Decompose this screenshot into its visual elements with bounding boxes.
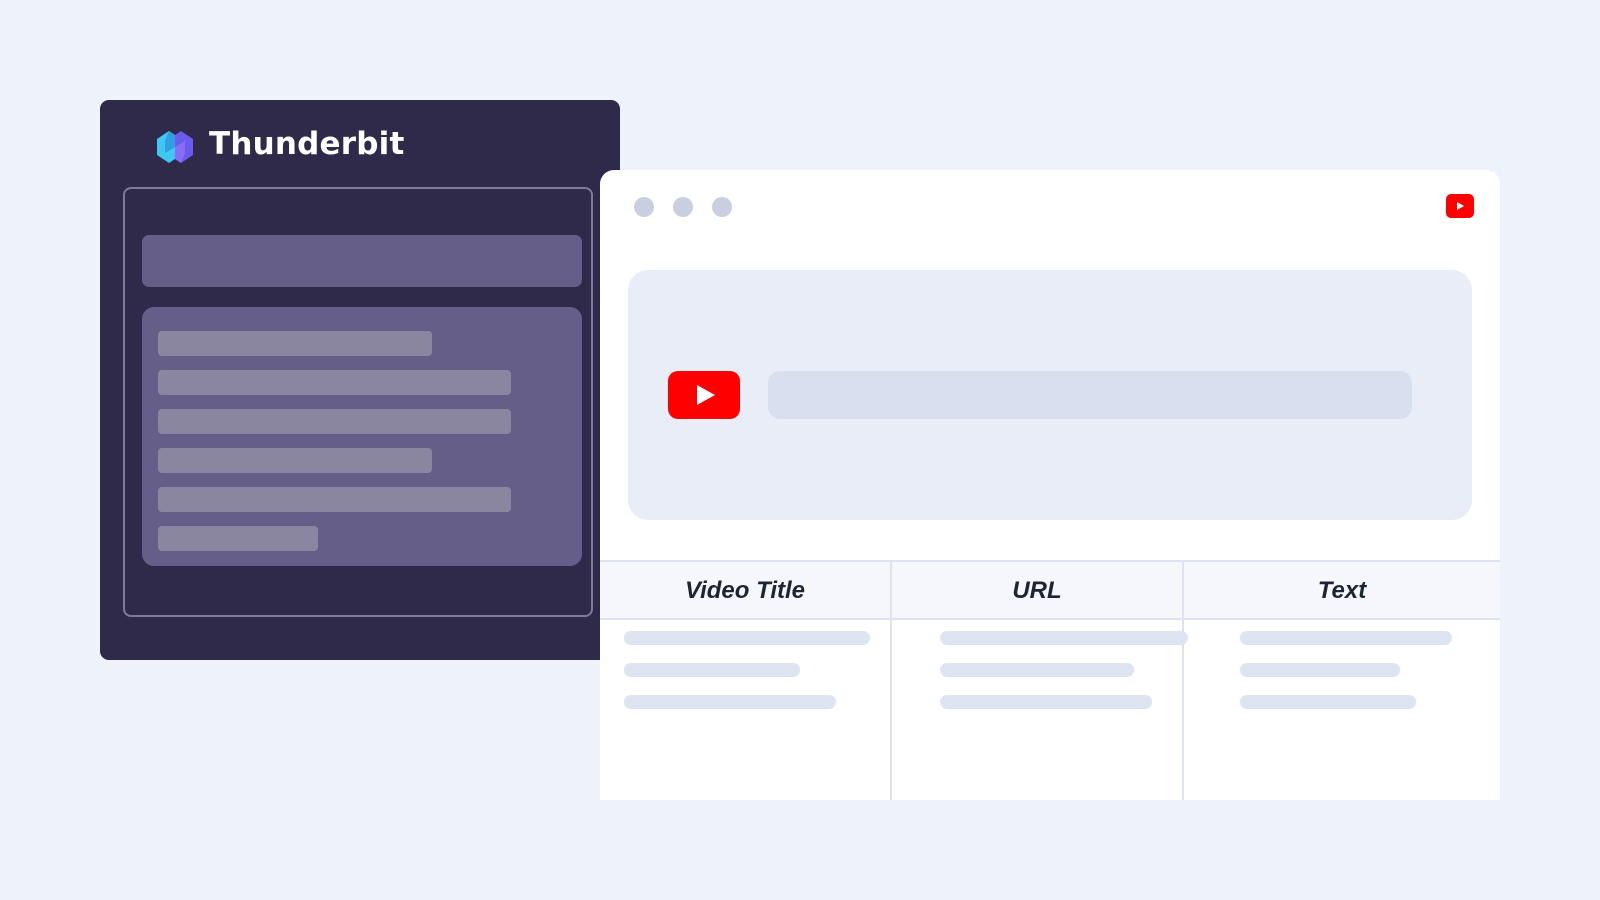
list-item xyxy=(158,526,318,551)
list-item xyxy=(158,448,432,473)
youtube-icon xyxy=(1446,194,1474,218)
table-cell xyxy=(1240,695,1416,709)
column-divider xyxy=(890,560,892,800)
window-dot[interactable] xyxy=(673,197,693,217)
thunderbit-panel: Thunderbit xyxy=(100,100,620,660)
extension-result-list xyxy=(142,307,582,566)
brand-name: Thunderbit xyxy=(209,126,405,162)
table-cell xyxy=(940,663,1134,677)
list-item xyxy=(158,409,511,434)
video-title-placeholder xyxy=(768,371,1412,419)
column-header-text: Text xyxy=(1317,577,1367,604)
table-cell xyxy=(624,631,870,645)
table-cell xyxy=(624,695,836,709)
table-cell xyxy=(624,663,800,677)
column-header-video-title: Video Title xyxy=(684,577,806,604)
table-cell xyxy=(940,631,1188,645)
youtube-play-icon[interactable] xyxy=(668,371,740,419)
extension-input-placeholder[interactable] xyxy=(142,235,582,287)
window-dot[interactable] xyxy=(634,197,654,217)
table-header: Video Title URL Text xyxy=(600,560,1500,620)
thunderbit-logo-icon xyxy=(157,131,193,163)
list-item xyxy=(158,331,432,356)
window-dot[interactable] xyxy=(712,197,732,217)
list-item xyxy=(158,487,511,512)
list-item xyxy=(158,370,511,395)
column-header-url: URL xyxy=(1012,577,1062,604)
table-cell xyxy=(1240,631,1452,645)
column-divider xyxy=(1182,560,1184,800)
video-card[interactable] xyxy=(628,270,1472,520)
table-cell xyxy=(940,695,1152,709)
extension-frame xyxy=(123,187,593,617)
browser-window: Video Title URL Text xyxy=(600,170,1500,800)
table-cell xyxy=(1240,663,1400,677)
